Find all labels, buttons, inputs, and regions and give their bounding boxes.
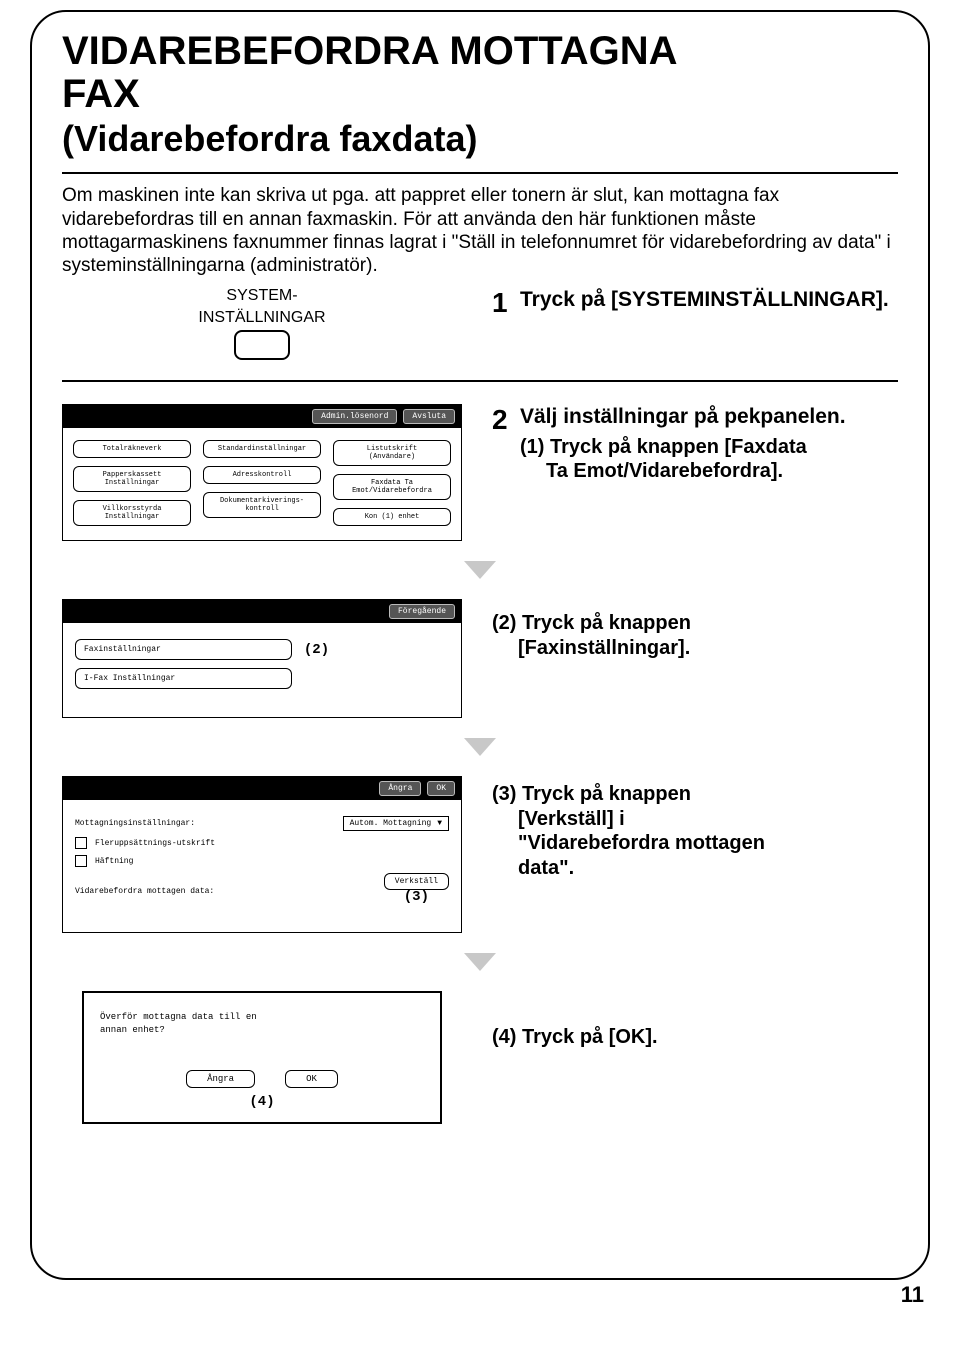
default-settings-button[interactable]: Standardinställningar [203,440,321,458]
step-3-sub2: [Verkställ] i [518,807,898,831]
list-print-button[interactable]: Listutskrift (Användare) [333,440,451,466]
execute-button[interactable]: Verkställ [384,873,449,890]
step-4-sub: (4) Tryck på [OK]. [492,1025,898,1049]
settings-panel-3: Ångra OK Mottagningsinställningar: Autom… [62,776,462,933]
step-2: 2 Välj inställningar på pekpanelen. (1) … [492,404,846,483]
step-3-sub1: (3) Tryck på knappen [492,782,898,806]
dialog-message: Överför mottagna data till en annan enhe… [100,1011,424,1035]
staple-checkbox[interactable] [75,855,87,867]
step-1-number: 1 [492,287,520,319]
step-2-sub2: Ta Emot/Vidarebefordra]. [546,459,846,483]
step-3-sub3: "Vidarebefordra mottagen [518,831,898,855]
page-subtitle: (Vidarebefordra faxdata) [62,118,898,160]
step-1-row: SYSTEM- INSTÄLLNINGAR 1 Tryck på [SYSTEM… [62,287,898,360]
total-counter-button[interactable]: Totalräkneverk [73,440,191,458]
content-frame: VIDAREBEFORDRA MOTTAGNA FAX (Vidarebefor… [30,10,930,1280]
reception-settings-label: Mottagningsinställningar: [75,819,195,828]
step-3-sub4: data". [518,856,898,880]
step-2-title: Välj inställningar på pekpanelen. [520,404,846,430]
system-settings-button[interactable] [234,330,290,360]
settings-panel-2: Föregående Faxinställningar (2) I-Fax In… [62,599,462,718]
arrow-down-icon [464,953,496,971]
step-2b-sub2: [Faxinställningar]. [518,636,898,660]
page: VIDAREBEFORDRA MOTTAGNA FAX (Vidarebefor… [0,0,960,1347]
forward-data-label: Vidarebefordra mottagen data: [75,887,214,896]
admin-password-button[interactable]: Admin.lösenord [312,409,397,424]
step-2b-row: Föregående Faxinställningar (2) I-Fax In… [62,599,898,718]
cancel-button[interactable]: Ångra [379,781,421,796]
arrow-down-icon [464,738,496,756]
step-2-number: 2 [492,404,520,483]
panel-2-titlebar: Föregående [63,600,461,623]
system-button-label-2: INSTÄLLNINGAR [198,309,325,327]
system-button-label-1: SYSTEM- [198,287,325,305]
exit-button[interactable]: Avsluta [403,409,455,424]
page-title-line2: FAX [62,73,898,116]
settings-panel-1: Admin.lösenord Avsluta Totalräkneverk Pa… [62,404,462,541]
paper-tray-button[interactable]: Papperskassett Inställningar [73,466,191,492]
step-1-title: Tryck på [SYSTEMINSTÄLLNINGAR]. [520,287,889,313]
divider [62,380,898,382]
page-number: 11 [30,1282,930,1308]
dialog-wrap: Överför mottagna data till en annan enhe… [62,991,462,1123]
reception-mode-dropdown[interactable]: Autom. Mottagning ▼ [343,816,449,831]
conditional-settings-button[interactable]: Villkorsstyrda Inställningar [73,500,191,526]
panel-3-wrap: Ångra OK Mottagningsinställningar: Autom… [62,776,462,933]
multi-print-checkbox[interactable] [75,837,87,849]
step-4-row: Överför mottagna data till en annan enhe… [62,991,898,1123]
panel-1-wrap: Admin.lösenord Avsluta Totalräkneverk Pa… [62,404,462,541]
panel-3-titlebar: Ångra OK [63,777,461,800]
staple-label: Häftning [95,857,133,866]
ok-button[interactable]: OK [427,781,455,796]
ifax-settings-button[interactable]: I-Fax Inställningar [75,668,292,689]
step-2-row: Admin.lösenord Avsluta Totalräkneverk Pa… [62,404,898,541]
step-2-sub1: (1) Tryck på knappen [Faxdata [520,435,846,459]
panel-1-titlebar: Admin.lösenord Avsluta [63,405,461,428]
fax-settings-button[interactable]: Faxinställningar [75,639,292,660]
marker-3: (3) [384,888,449,906]
back-button[interactable]: Föregående [389,604,455,619]
system-button-wrap: SYSTEM- INSTÄLLNINGAR [198,287,325,360]
intro-paragraph: Om maskinen inte kan skriva ut pga. att … [62,184,898,277]
step-2b-sub1: (2) Tryck på knappen [492,611,898,635]
step-3-row: Ångra OK Mottagningsinställningar: Autom… [62,776,898,933]
marker-2: (2) [300,641,333,659]
step-1-illustration: SYSTEM- INSTÄLLNINGAR [62,287,462,360]
chevron-down-icon: ▼ [437,819,442,828]
faxdata-receive-forward-button[interactable]: Faxdata Ta Emot/Vidarebefordra [333,474,451,500]
doc-archive-button[interactable]: Dokumentarkiverings- kontroll [203,492,321,518]
panel-2-wrap: Föregående Faxinställningar (2) I-Fax In… [62,599,462,718]
arrow-down-icon [464,561,496,579]
multi-print-label: Fleruppsättnings-utskrift [95,839,215,848]
control-unit-button[interactable]: Kon (1) enhet [333,508,451,526]
dialog-cancel-button[interactable]: Ångra [186,1070,255,1088]
confirm-dialog: Överför mottagna data till en annan enhe… [82,991,442,1123]
divider [62,172,898,174]
address-control-button[interactable]: Adresskontroll [203,466,321,484]
marker-4: (4) [245,1093,278,1111]
dialog-ok-button[interactable]: OK [285,1070,338,1088]
step-1: 1 Tryck på [SYSTEMINSTÄLLNINGAR]. [492,287,889,319]
page-title-line1: VIDAREBEFORDRA MOTTAGNA [62,30,898,73]
